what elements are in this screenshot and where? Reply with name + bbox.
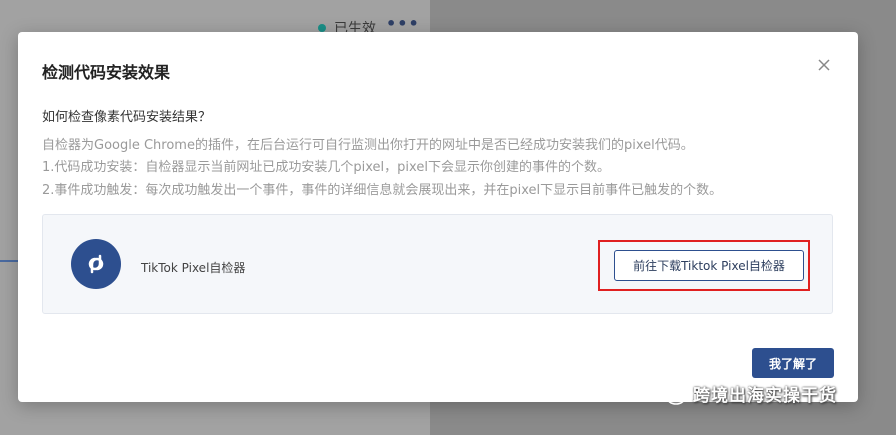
description-line: 2.事件成功触发：每次成功触发出一个事件，事件的详细信息就会展现出来，并在pix…	[42, 183, 723, 198]
close-icon	[818, 59, 830, 71]
description-line: 自检器为Google Chrome的插件，在后台运行可自行监测出你打开的网址中是…	[42, 138, 694, 153]
dialog-title: 检测代码安装效果	[42, 63, 171, 82]
background-tab-indicator	[0, 260, 18, 262]
confirm-button[interactable]: 我了解了	[752, 348, 834, 378]
watermark: 跨境出海实操干货	[655, 381, 837, 406]
download-extension-button[interactable]: 前往下载Tiktok Pixel自检器	[614, 250, 804, 281]
extension-card: TikTok Pixel自检器 前往下载Tiktok Pixel自检器	[42, 214, 833, 314]
more-options-icon[interactable]: •••	[386, 14, 420, 33]
extension-name: TikTok Pixel自检器	[141, 261, 246, 275]
wechat-icon	[656, 382, 686, 405]
pixel-link-icon	[71, 239, 121, 289]
close-button[interactable]	[815, 56, 833, 74]
question-heading: 如何检查像素代码安装结果？	[42, 110, 212, 125]
description-line: 1.代码成功安装：自检器显示当前网址已成功安装几个pixel，pixel下会显示…	[42, 160, 610, 175]
status-dot-icon	[318, 24, 326, 32]
install-check-dialog: 检测代码安装效果 如何检查像素代码安装结果？ 自检器为Google Chrome…	[18, 32, 858, 402]
watermark-text: 跨境出海实操干货	[693, 386, 837, 406]
